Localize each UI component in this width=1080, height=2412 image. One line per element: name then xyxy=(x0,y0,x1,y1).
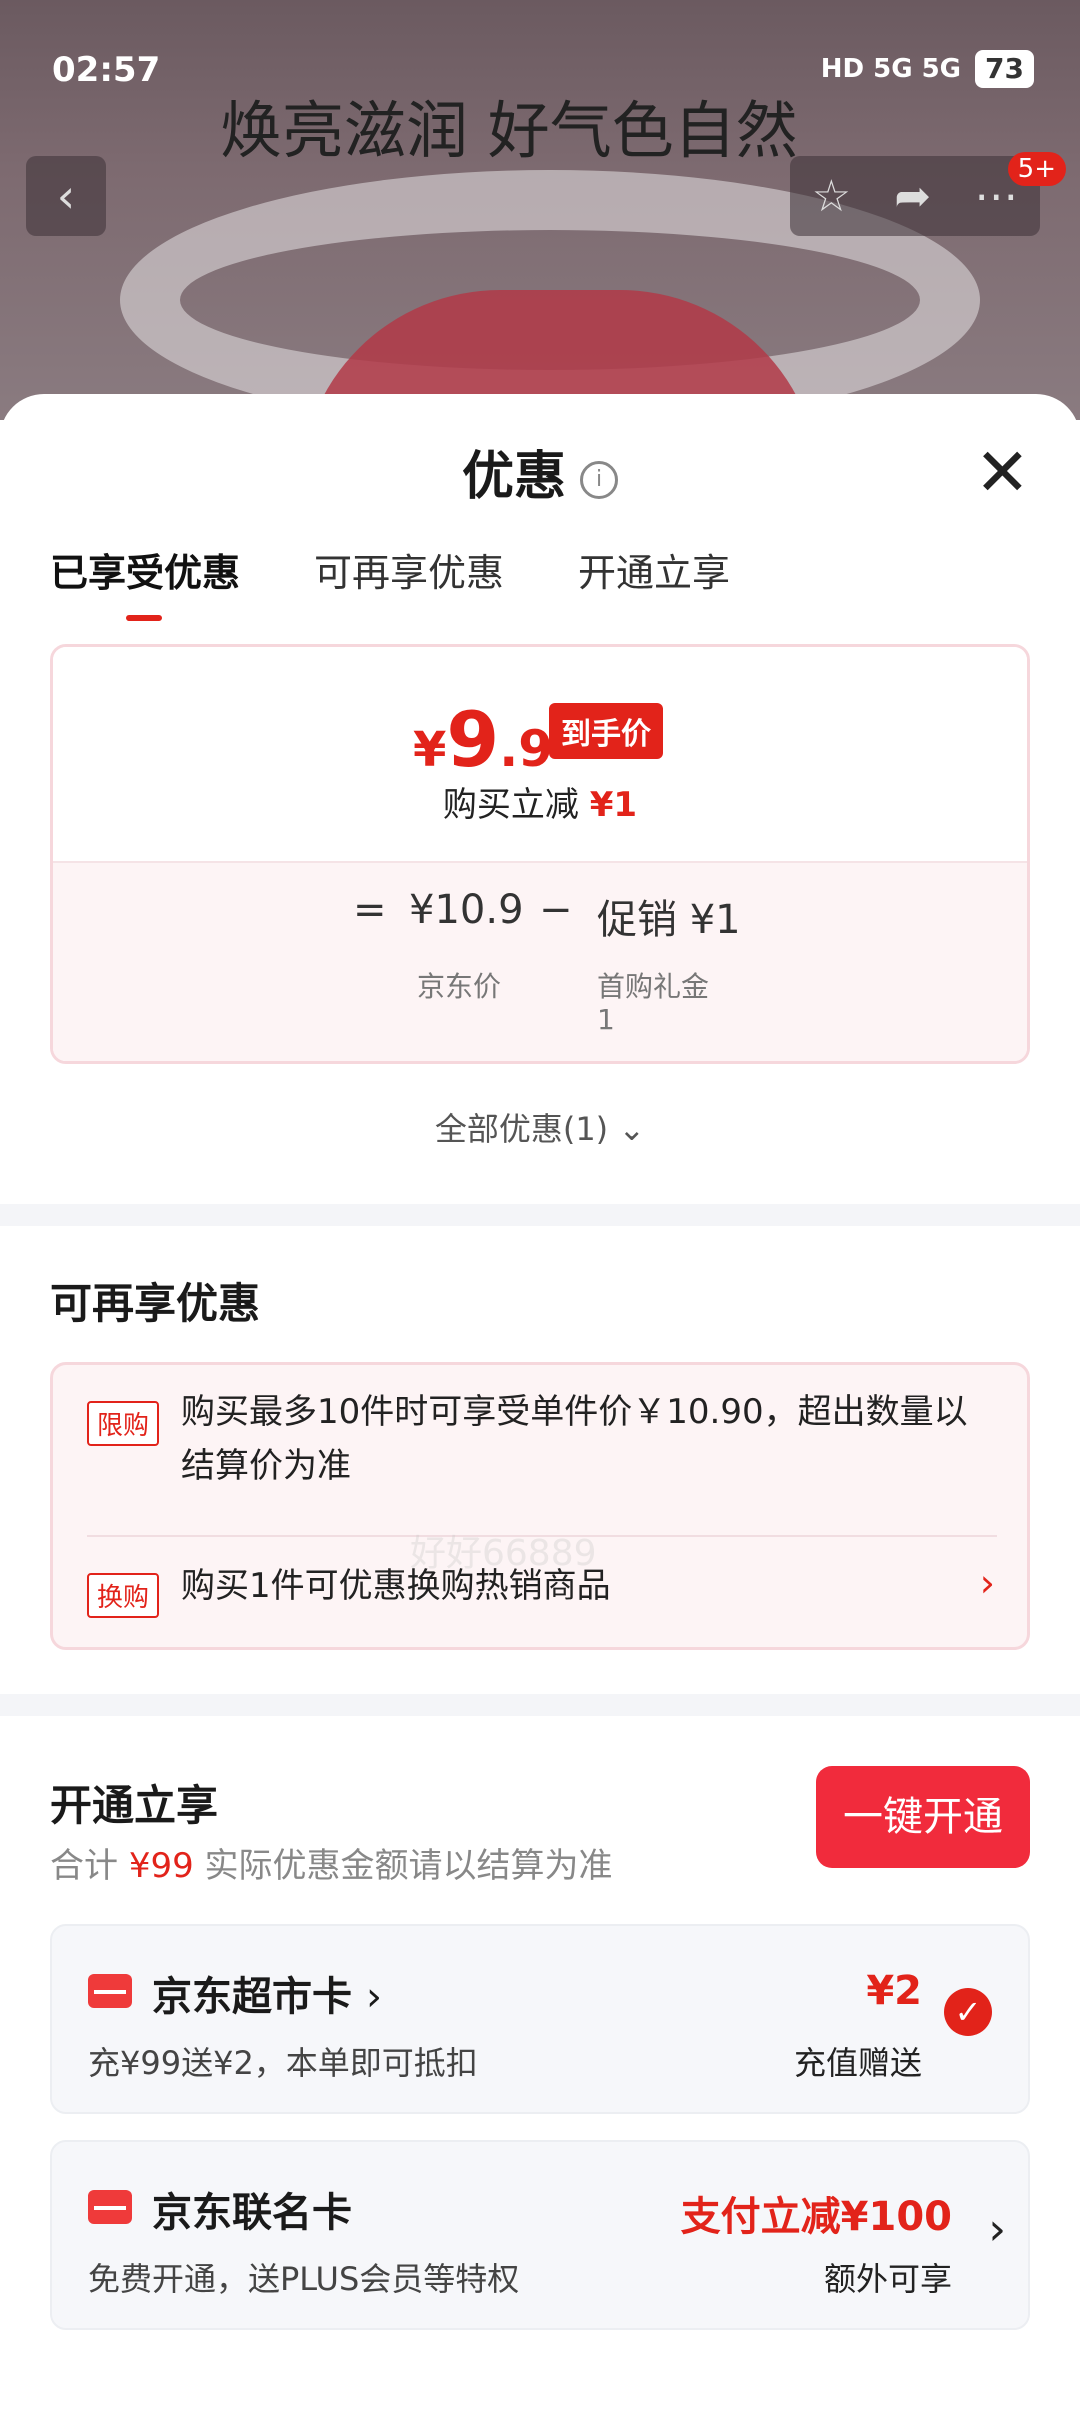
info-icon[interactable]: i xyxy=(580,461,618,499)
jd-price: ¥10.9 xyxy=(409,887,524,933)
price-summary-upper: ¥9.9 到手价 购买立减 ¥1 xyxy=(53,647,1027,861)
all-offers-toggle[interactable]: 全部优惠(1) ⌄ xyxy=(0,1104,1080,1150)
total-value: ¥99 xyxy=(128,1846,194,1886)
equals-sign: = xyxy=(353,887,387,933)
more-offers-card: 限购 购买最多10件时可享受单件价￥10.90，超出数量以 结算价为准 换购 购… xyxy=(50,1362,1030,1650)
tab-bar: 已享受优惠 可再享优惠 开通立享 xyxy=(50,542,730,621)
supermarket-card-sub: 充¥99送¥2，本单即可抵扣 xyxy=(88,2044,478,2082)
co-brand-card-title: 京东联名卡 xyxy=(152,2190,352,2236)
all-offers-label: 全部优惠(1) xyxy=(434,1110,609,1148)
card-icon xyxy=(88,1974,132,2008)
chevron-right-icon: › xyxy=(365,1974,382,2020)
buy-less-value: ¥1 xyxy=(589,785,638,825)
back-button[interactable]: ‹ xyxy=(26,156,106,236)
limit-badge: 限购 xyxy=(87,1401,160,1446)
discount-sheet: 优惠 i ✕ 已享受优惠 可再享优惠 开通立享 ¥9.9 到手价 购买立减 ¥1 … xyxy=(0,394,1080,2412)
tab-enjoyed[interactable]: 已享受优惠 xyxy=(50,542,240,621)
section-divider xyxy=(0,1204,1080,1226)
supermarket-card-title: 京东超市卡 › xyxy=(152,1964,382,2022)
total-label: 合计 xyxy=(50,1846,118,1886)
co-brand-card[interactable]: 京东联名卡 免费开通，送PLUS会员等特权 支付立减¥100 额外可享 › xyxy=(50,2140,1030,2330)
total-note: 实际优惠金额请以结算为准 xyxy=(204,1846,613,1886)
promo-amount: 促销 ¥1 xyxy=(597,897,741,943)
supermarket-card[interactable]: 京东超市卡 › 充¥99送¥2，本单即可抵扣 ¥2 充值赠送 ✓ xyxy=(50,1924,1030,2114)
exchange-badge: 换购 xyxy=(87,1573,160,1618)
network-indicator: HD 5G 5G xyxy=(820,54,962,84)
co-brand-card-value-label: 额外可享 xyxy=(823,2260,952,2298)
chevron-right-icon: › xyxy=(988,2204,1006,2255)
open-section-title: 开通立享 xyxy=(50,1781,219,1830)
chevron-left-icon: ‹ xyxy=(56,169,76,223)
limit-text-2: 结算价为准 xyxy=(181,1446,351,1486)
section-divider-2 xyxy=(0,1694,1080,1716)
message-badge: 5+ xyxy=(1007,152,1066,186)
card-icon xyxy=(88,2190,132,2224)
limit-text-1: 购买最多10件时可享受单件价￥10.90，超出数量以 xyxy=(181,1392,968,1432)
check-icon[interactable]: ✓ xyxy=(944,1988,992,2036)
chevron-right-icon: › xyxy=(979,1561,995,1605)
close-icon[interactable]: ✕ xyxy=(975,440,1030,506)
status-icons: HD 5G 5G 73 xyxy=(821,50,1034,88)
supermarket-card-value: ¥2 xyxy=(866,1968,922,2014)
sheet-header: 优惠 i xyxy=(0,434,1080,509)
tab-more[interactable]: 可再享优惠 xyxy=(314,542,504,597)
buy-less-line: 购买立减 ¥1 xyxy=(53,777,1027,826)
banner-slogan: 焕亮滋润 好气色自然 xyxy=(220,94,798,167)
price-decimal: .9 xyxy=(499,720,554,778)
chevron-down-icon: ⌄ xyxy=(618,1110,646,1148)
promo-label: 首购礼金 xyxy=(597,970,710,1003)
share-icon[interactable]: ➦ xyxy=(894,171,931,222)
buy-less-label: 购买立减 xyxy=(442,785,579,825)
top-actions: ☆ ➦ ⋯ xyxy=(790,156,1040,236)
total-line: 合计 ¥99 实际优惠金额请以结算为准 xyxy=(50,1838,613,1887)
final-price: ¥9.9 xyxy=(413,695,553,784)
co-brand-card-sub: 免费开通，送PLUS会员等特权 xyxy=(88,2260,520,2298)
status-time: 02:57 xyxy=(52,50,161,90)
co-brand-card-value: 支付立减¥100 xyxy=(680,2194,952,2240)
price-integer: 9 xyxy=(446,695,500,784)
currency-symbol: ¥ xyxy=(413,722,447,778)
promo-label-value: 1 xyxy=(597,1003,615,1036)
price-summary-card: ¥9.9 到手价 购买立减 ¥1 = ¥10.9 − 促销 ¥1 京东价 首购礼… xyxy=(50,644,1030,1064)
watermark: 好好66889 xyxy=(410,1533,597,1574)
supermarket-card-name: 京东超市卡 xyxy=(152,1974,352,2020)
sheet-title: 优惠 xyxy=(461,447,566,507)
supermarket-card-value-label: 充值赠送 xyxy=(793,2044,922,2082)
battery-icon: 73 xyxy=(975,50,1034,88)
minus-sign: − xyxy=(539,887,573,933)
open-all-button[interactable]: 一键开通 xyxy=(816,1766,1030,1868)
more-offers-title: 可再享优惠 xyxy=(50,1279,261,1328)
tab-open[interactable]: 开通立享 xyxy=(578,542,730,597)
final-price-tag: 到手价 xyxy=(549,703,663,759)
jd-price-label: 京东价 xyxy=(417,970,502,1003)
star-icon[interactable]: ☆ xyxy=(812,171,851,222)
